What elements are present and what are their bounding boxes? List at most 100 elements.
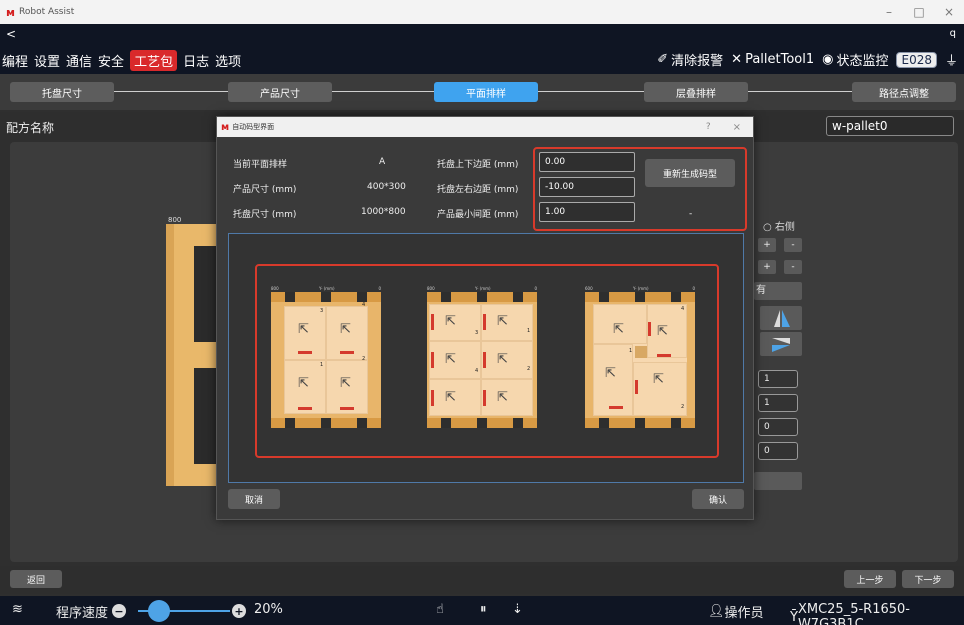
param-field-1[interactable]: 1	[758, 370, 798, 388]
next-step-button[interactable]: 下一步	[902, 570, 954, 588]
right-side-radio[interactable]: ○ 右侧	[763, 218, 795, 233]
arrow-icon: ⇱	[605, 366, 616, 381]
menu-item-programming[interactable]: 编程	[2, 51, 28, 70]
user-icon: 👤︎	[708, 604, 725, 619]
param-field-3[interactable]: 0	[758, 418, 798, 436]
pattern-header-left: 800	[271, 286, 279, 291]
pattern-header-right: 0	[378, 286, 381, 291]
step-connector	[536, 91, 644, 92]
param-field-4[interactable]: 0	[758, 442, 798, 460]
back-chevron-icon[interactable]: <	[6, 27, 16, 41]
menu-item-log[interactable]: 日志	[183, 51, 209, 70]
clear-alarm-button[interactable]: ✐ 清除报警	[657, 50, 723, 69]
return-button[interactable]: 返回	[10, 570, 62, 588]
tool-label: PalletTool1	[745, 52, 815, 67]
product-size-label: 产品尺寸 (mm)	[233, 185, 297, 195]
right-side-label: 右侧	[774, 222, 795, 233]
step-plane-layout[interactable]: 平面排样	[434, 82, 538, 102]
step-path-adjust[interactable]: 路径点调整	[852, 82, 956, 102]
minus-button[interactable]: -	[784, 238, 802, 252]
left-right-margin-field[interactable]: -10.00	[539, 177, 635, 197]
arrow-icon: ⇱	[497, 314, 508, 329]
auto-pattern-dialog: ᴍ 自动码型界面 ? × 当前平面排样 A 产品尺寸 (mm) 400*300 …	[216, 116, 754, 520]
dialog-titlebar: ᴍ 自动码型界面 ? ×	[217, 117, 753, 137]
arrow-icon: ⇱	[298, 322, 309, 337]
pattern-header-mid: Y- (mm)	[475, 286, 491, 291]
plus-button[interactable]: +	[758, 260, 776, 274]
top-bottom-margin-field[interactable]: 0.00	[539, 152, 635, 172]
confirm-button[interactable]: 确认	[692, 489, 744, 509]
previous-step-button[interactable]: 上一步	[844, 570, 896, 588]
step-product-size[interactable]: 产品尺寸	[228, 82, 332, 102]
search-icon[interactable]: q	[950, 28, 956, 39]
bg-gray-button[interactable]	[754, 472, 802, 490]
pause-icon[interactable]: ⏸	[480, 602, 487, 617]
box-number: 2	[681, 404, 685, 410]
orientation-a-button[interactable]	[760, 306, 802, 330]
pattern-option-2[interactable]: 800 Y- (mm) 0 ⇱ ⇱ ⇱ ⇱ ⇱ ⇱ 1 2 3 4	[427, 286, 537, 428]
regenerate-pattern-button[interactable]: 重新生成码型	[645, 159, 735, 187]
pallet-size-label: 托盘尺寸 (mm)	[233, 210, 297, 220]
tool-icon: ✕	[731, 52, 743, 67]
speed-increase-button[interactable]: +	[232, 604, 246, 618]
current-layout-label: 当前平面排样	[233, 160, 288, 170]
robot-hand-icon[interactable]: ⏚	[945, 50, 958, 69]
hand-pointer-icon[interactable]: ☝	[436, 602, 444, 617]
arrow-icon: ⇱	[340, 322, 351, 337]
speed-slider-handle[interactable]	[148, 600, 170, 622]
close-icon[interactable]: ×	[733, 122, 741, 133]
app-logo-icon: ᴍ	[221, 121, 230, 133]
cancel-button[interactable]: 取消	[228, 489, 280, 509]
arrow-icon: ⇱	[445, 352, 456, 367]
menu-item-communication[interactable]: 通信	[66, 51, 92, 70]
box-number: 3	[475, 330, 479, 336]
maximize-button[interactable]: □	[904, 5, 934, 19]
program-speed-label: 程序速度	[56, 606, 109, 621]
plus-button[interactable]: +	[758, 238, 776, 252]
step-run-icon[interactable]: ⇣	[512, 602, 523, 617]
close-window-button[interactable]: ×	[934, 5, 964, 19]
min-gap-label: 产品最小间距 (mm)	[437, 210, 519, 220]
arrow-icon: ⇱	[613, 322, 624, 337]
arrow-icon: ⇱	[657, 324, 668, 339]
window-title: Robot Assist	[19, 7, 75, 17]
menu-item-safety[interactable]: 安全	[98, 51, 124, 70]
arrow-icon: ⇱	[340, 376, 351, 391]
help-icon[interactable]: ?	[706, 122, 711, 132]
minimize-button[interactable]: –	[874, 5, 904, 19]
step-pallet-size[interactable]: 托盘尺寸	[10, 82, 114, 102]
pattern-header-mid: Y- (mm)	[633, 286, 649, 291]
box-number: 1	[527, 328, 531, 334]
operator-indicator[interactable]: 👤︎ 操作员	[708, 602, 764, 621]
arrow-icon: ⇱	[653, 372, 664, 387]
pattern-option-3[interactable]: 600 Y- (mm) 0 ⇱ ⇱ ⇱ ⇱ 4 1 2	[585, 286, 695, 428]
orientation-b-button[interactable]	[760, 332, 802, 356]
min-gap-field[interactable]: 1.00	[539, 202, 635, 222]
broom-icon: ✐	[657, 52, 669, 67]
pattern-option-1[interactable]: 800 Y- (mm) 0 ⇱ ⇱ ⇱ ⇱ 3 4 1 2	[271, 286, 381, 428]
status-monitor-button[interactable]: ◉ 状态监控	[822, 50, 888, 69]
window-titlebar: ᴍ Robot Assist – □ ×	[0, 0, 964, 24]
pattern-header-mid: Y- (mm)	[319, 286, 335, 291]
tool-selector[interactable]: ✕ PalletTool1	[731, 52, 814, 67]
top-menu-bar: < q 编程 设置 通信 安全 工艺包 日志 选项 ✐ 清除报警 ✕ Palle…	[0, 24, 964, 74]
pattern-header-left: 600	[585, 286, 593, 291]
step-progress-bar: 托盘尺寸 产品尺寸 平面排样 层叠排样 路径点调整	[0, 74, 964, 110]
status-monitor-label: 状态监控	[836, 54, 889, 69]
box-number: 4	[475, 368, 479, 374]
param-field-2[interactable]: 1	[758, 394, 798, 412]
box-number: 2	[362, 356, 366, 362]
speed-decrease-button[interactable]: −	[112, 604, 126, 618]
step-layer-stacking[interactable]: 层叠排样	[644, 82, 748, 102]
orientation-b-icon	[772, 338, 790, 352]
error-code-badge[interactable]: E028	[896, 51, 937, 68]
yes-select[interactable]: 有	[754, 282, 802, 300]
menu-item-settings[interactable]: 设置	[34, 51, 60, 70]
box-number: 4	[681, 306, 685, 312]
menu-item-process-package[interactable]: 工艺包	[130, 50, 178, 71]
menu-item-options[interactable]: 选项	[215, 51, 241, 70]
controller-label: XMC25_5-R1650-W7G3B1C	[797, 602, 910, 625]
minus-button[interactable]: -	[784, 260, 802, 274]
recipe-name-field[interactable]: w-pallet0	[826, 116, 954, 136]
arrow-icon: ⇱	[497, 352, 508, 367]
